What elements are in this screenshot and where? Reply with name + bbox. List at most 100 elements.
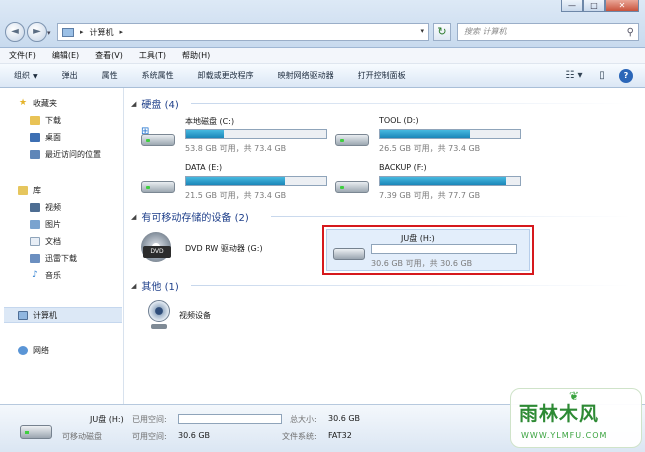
sidebar-item-desktop[interactable]: 桌面 [30, 132, 61, 143]
address-dropdown-icon[interactable]: ▾ [420, 27, 424, 35]
group-divider [271, 216, 631, 217]
drive-e[interactable]: DATA (E:) 21.5 GB 可用，共 73.4 GB [139, 161, 329, 205]
search-input[interactable]: 搜索 计算机 ⚲ [457, 23, 639, 41]
group-title: 有可移动存储的设备 (2) [141, 213, 249, 224]
search-placeholder: 搜索 计算机 [464, 27, 507, 36]
hard-drive-icon [139, 173, 177, 195]
drive-usage-bar [185, 176, 327, 186]
watermark-brand: 雨林木风 [519, 403, 600, 425]
sidebar-label: 下载 [45, 116, 61, 125]
hard-drive-icon [333, 173, 371, 195]
removable-disk-icon [20, 425, 52, 439]
system-properties-button[interactable]: 系统属性 [142, 70, 174, 81]
breadcrumb-separator-icon[interactable]: ▸ [80, 28, 84, 36]
forward-button[interactable]: ► [27, 22, 47, 42]
sidebar-label: 文档 [45, 237, 61, 246]
watermark-logo: ❦ 雨林木风 WWW.YLMFU.COM [510, 388, 642, 448]
change-view-icon[interactable]: ☷ ▾ [563, 69, 585, 83]
back-button[interactable]: ◄ [5, 22, 25, 42]
drive-usage-fill [380, 177, 506, 185]
sidebar-item-recent-places[interactable]: 最近访问的位置 [30, 149, 101, 160]
group-header-removable[interactable]: ◢ 有可移动存储的设备 (2) [131, 209, 249, 225]
drive-usage-fill [186, 130, 224, 138]
drive-usage-fill [380, 130, 470, 138]
maximize-button[interactable]: □ [583, 0, 605, 12]
sidebar-item-downloads[interactable]: 下载 [30, 115, 61, 126]
preview-pane-icon[interactable]: ▯ [595, 69, 609, 83]
uninstall-program-button[interactable]: 卸载或更改程序 [198, 70, 254, 81]
caret-down-icon: ▼ [33, 73, 38, 80]
sidebar-item-favorites[interactable]: ★ 收藏夹 [18, 98, 57, 109]
refresh-button[interactable]: ↻ [433, 23, 451, 41]
window-controls: — □ ✕ [561, 0, 639, 12]
address-bar[interactable]: ▸ 计算机 ▸ ▾ [57, 23, 429, 41]
drive-size-text: 7.39 GB 可用，共 77.7 GB [379, 191, 481, 200]
sidebar-item-documents[interactable]: 文档 [30, 236, 61, 247]
details-total-label: 总大小: [290, 415, 317, 424]
menu-bar: 文件(F) 编辑(E) 查看(V) 工具(T) 帮助(H) [0, 48, 645, 64]
drive-d[interactable]: TOOL (D:) 26.5 GB 可用，共 73.4 GB [333, 114, 523, 158]
collapse-triangle-icon[interactable]: ◢ [131, 100, 136, 108]
map-network-drive-button[interactable]: 映射网络驱动器 [278, 70, 334, 81]
usb-drive-selection-frame: JU盘 (H:) 30.6 GB 可用，共 30.6 GB [322, 225, 534, 275]
sidebar-label: 桌面 [45, 133, 61, 142]
eject-button[interactable]: 弹出 [62, 70, 78, 81]
sidebar-item-pictures[interactable]: 图片 [30, 219, 61, 230]
webcam-label[interactable]: 视频设备 [179, 310, 211, 321]
group-header-hard-disks[interactable]: ◢ 硬盘 (4) [131, 96, 179, 112]
watermark-url: WWW.YLMFU.COM [521, 431, 608, 440]
sidebar-item-thunder-downloads[interactable]: 迅雷下载 [30, 253, 77, 264]
close-button[interactable]: ✕ [605, 0, 639, 12]
star-icon: ★ [18, 98, 28, 108]
group-header-other[interactable]: ◢ 其他 (1) [131, 278, 179, 294]
collapse-triangle-icon[interactable]: ◢ [131, 213, 136, 221]
collapse-triangle-icon[interactable]: ◢ [131, 282, 136, 290]
properties-button[interactable]: 属性 [102, 70, 118, 81]
webcam-icon[interactable] [145, 298, 173, 332]
drive-usage-bar [379, 129, 521, 139]
drive-c[interactable]: ⊞ 本地磁盘 (C:) 53.8 GB 可用，共 73.4 GB [139, 114, 329, 158]
group-divider [191, 103, 631, 104]
minimize-button[interactable]: — [561, 0, 583, 12]
sidebar-label: 迅雷下载 [45, 254, 77, 263]
menu-view[interactable]: 查看(V) [95, 50, 123, 61]
library-icon [18, 186, 28, 195]
help-icon[interactable]: ? [619, 69, 633, 83]
video-library-icon [30, 203, 40, 212]
details-used-label: 已用空间: [132, 415, 167, 424]
open-control-panel-button[interactable]: 打开控制面板 [358, 70, 406, 81]
organize-button[interactable]: 组织 ▼ [14, 70, 38, 81]
menu-help[interactable]: 帮助(H) [182, 50, 210, 61]
menu-edit[interactable]: 编辑(E) [52, 50, 79, 61]
drive-f[interactable]: BACKUP (F:) 7.39 GB 可用，共 77.7 GB [333, 161, 523, 205]
group-divider [191, 285, 631, 286]
details-free-label: 可用空间: [132, 432, 167, 441]
usb-drive-h[interactable]: JU盘 (H:) 30.6 GB 可用，共 30.6 GB [326, 229, 530, 271]
sidebar-item-computer[interactable]: 计算机 [18, 310, 57, 321]
drive-name: DATA (E:) [185, 163, 223, 172]
breadcrumb-separator-icon[interactable]: ▸ [120, 28, 124, 36]
sidebar-item-music[interactable]: ♪ 音乐 [30, 270, 61, 281]
search-icon[interactable]: ⚲ [627, 25, 634, 41]
drive-usage-bar [185, 129, 327, 139]
drive-usage-bar [371, 244, 517, 254]
drive-usage-bar [379, 176, 521, 186]
recent-pages-dropdown[interactable]: ▾ [47, 29, 55, 37]
drive-name: DVD RW 驱动器 (G:) [185, 244, 263, 253]
toolbar-right: ☷ ▾ ▯ ? [553, 69, 633, 83]
details-drive-type: 可移动磁盘 [62, 432, 102, 441]
documents-library-icon [30, 237, 40, 246]
sidebar-label: 视频 [45, 203, 61, 212]
breadcrumb-computer[interactable]: 计算机 [90, 27, 114, 38]
sidebar-item-network[interactable]: 网络 [18, 345, 49, 356]
sidebar-item-libraries[interactable]: 库 [18, 185, 41, 196]
drive-size-text: 21.5 GB 可用，共 73.4 GB [185, 191, 287, 200]
sidebar-label: 库 [33, 186, 41, 195]
details-filesystem-label: 文件系统: [282, 432, 317, 441]
sidebar-item-videos[interactable]: 视频 [30, 202, 61, 213]
recent-places-icon [30, 150, 40, 159]
command-bar: 组织 ▼ 弹出 属性 系统属性 卸载或更改程序 映射网络驱动器 打开控制面板 ☷ … [0, 64, 645, 88]
menu-tools[interactable]: 工具(T) [139, 50, 166, 61]
dvd-drive-g[interactable]: DVD DVD RW 驱动器 (G:) [139, 228, 329, 272]
menu-file[interactable]: 文件(F) [9, 50, 36, 61]
